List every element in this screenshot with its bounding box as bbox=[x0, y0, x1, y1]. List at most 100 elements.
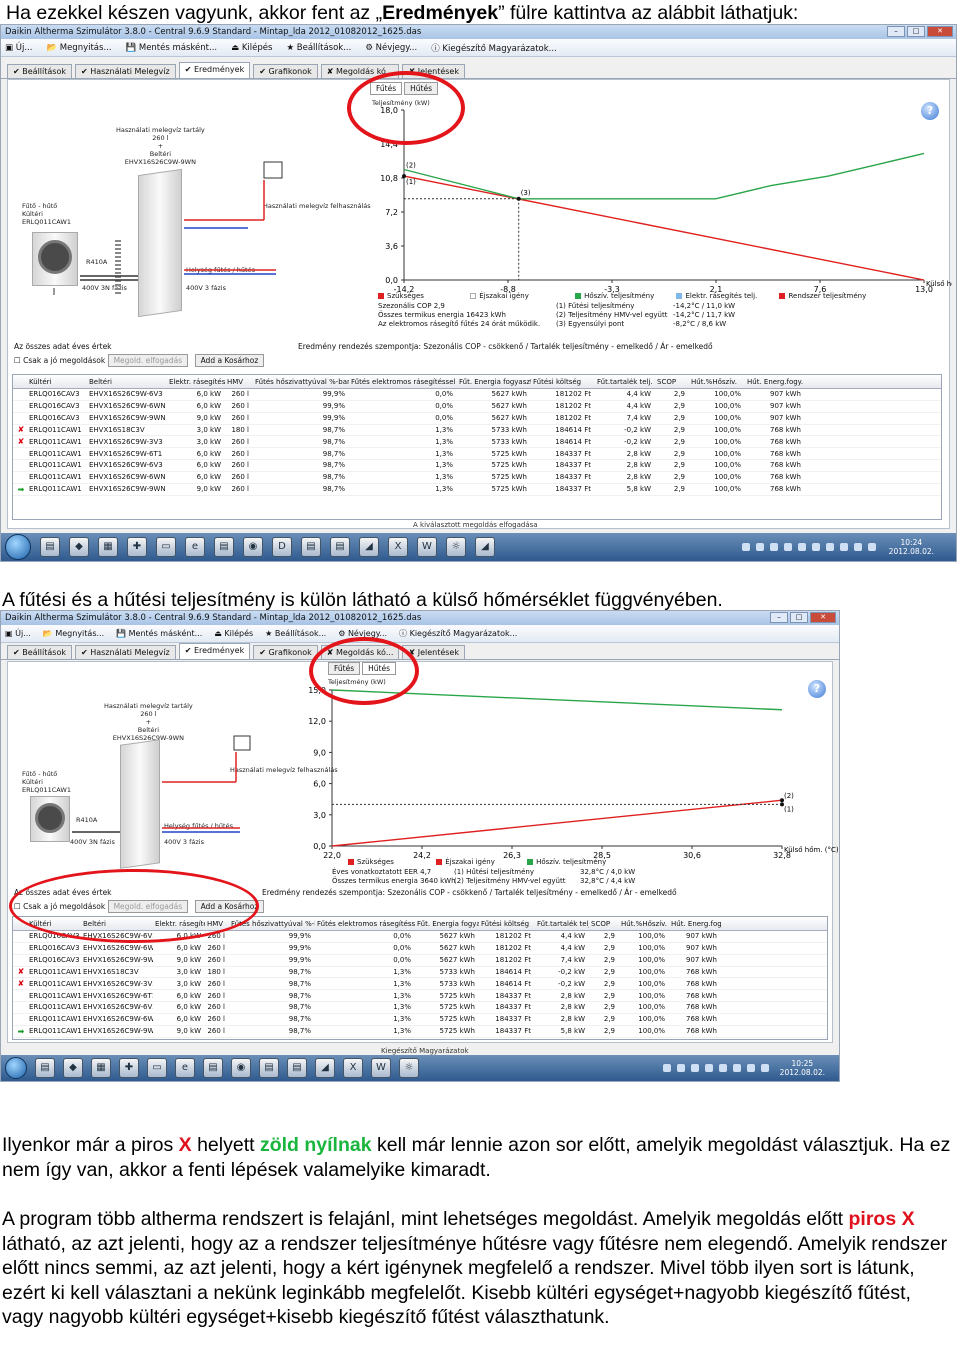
column-header[interactable]: Hűt. Energ.fogy. bbox=[745, 378, 805, 386]
taskbar-browser-icon[interactable]: e bbox=[185, 537, 205, 557]
exit-button[interactable]: ⏏ Kilépés bbox=[214, 629, 253, 638]
taskbar-app-icon[interactable]: ◢ bbox=[475, 537, 495, 557]
column-header[interactable]: Fűt. Energia fogyasztás bbox=[415, 920, 479, 928]
close-button[interactable]: ✕ bbox=[810, 612, 836, 623]
table-row[interactable]: ✘ ERLQ011CAW1 EHVX16S26C9W-3V3 3,0 kW 260 l9… bbox=[13, 978, 827, 991]
close-button[interactable]: ✕ bbox=[927, 26, 953, 37]
table-cell: 768 kWh bbox=[686, 1027, 717, 1036]
save-as-button[interactable]: 💾 Mentés másként... bbox=[126, 43, 218, 53]
taskbar-app-icon[interactable]: ✚ bbox=[127, 537, 147, 557]
column-header[interactable]: Beltéri bbox=[87, 378, 167, 386]
taskbar-app-icon[interactable]: ◆ bbox=[69, 537, 89, 557]
taskbar-excel-icon[interactable]: X bbox=[343, 1058, 363, 1078]
taskbar-app-icon[interactable]: ▤ bbox=[203, 1058, 223, 1078]
tab-hot-water[interactable]: ✔ Használati Melegvíz bbox=[74, 645, 176, 659]
tab-results[interactable]: ✔ Eredmények bbox=[178, 62, 251, 78]
table-row[interactable]: ERLQ011CAW1 EHVX16S26C9W-6T1 6,0 kW 260 l 98… bbox=[13, 448, 941, 461]
taskbar-word-icon[interactable]: W bbox=[371, 1058, 391, 1078]
column-header[interactable]: Fűtés elektromos rásegítéssel %-ban bbox=[315, 920, 415, 928]
add-to-cart-button[interactable]: Add a Kosárhoz bbox=[194, 354, 265, 367]
tab-hot-water[interactable]: ✔ Használati Melegvíz bbox=[74, 64, 176, 78]
open-button[interactable]: 📂 Megnyitás... bbox=[46, 43, 111, 53]
column-header[interactable]: Hűt.%Hőszív. bbox=[619, 920, 669, 928]
taskbar-app-icon[interactable]: ◉ bbox=[231, 1058, 251, 1078]
maximize-button[interactable]: □ bbox=[907, 26, 925, 37]
table-row[interactable]: ERLQ016CAV3 EHVX16S26C9W-9WN 9,0 kW 260 l 99… bbox=[13, 413, 941, 425]
taskbar-app-icon[interactable]: ☼ bbox=[399, 1058, 419, 1078]
taskbar-app-icon[interactable]: ▤ bbox=[330, 537, 350, 557]
table-row[interactable]: ERLQ016CAV3 EHVX16S26C9W-6WN 6,0 kW 260 l 99… bbox=[13, 943, 827, 955]
column-header[interactable]: SCOP bbox=[589, 920, 619, 928]
tab-settings[interactable]: ✔ Beállítások bbox=[7, 64, 72, 78]
settings-button[interactable]: ★ Beállítások... bbox=[286, 43, 351, 53]
taskbar-app-icon[interactable]: ▤ bbox=[35, 1058, 55, 1078]
table-row[interactable]: ERLQ011CAW1 EHVX16S26C9W-6WN 6,0 kW 260 l 98… bbox=[13, 472, 941, 484]
table-row[interactable]: ERLQ011CAW1 EHVX16S26C9W-6T1 6,0 kW 260 l 98… bbox=[13, 990, 827, 1003]
column-header[interactable]: Fűtési költség bbox=[531, 378, 595, 386]
help-notes-button[interactable]: ⓘ Kiegészítő Magyarázatok... bbox=[399, 628, 517, 639]
column-header[interactable]: SCOP bbox=[655, 378, 689, 386]
column-header[interactable]: Hűt. Energ.fogy. bbox=[669, 920, 721, 928]
taskbar-app-icon[interactable]: ◢ bbox=[315, 1058, 335, 1078]
taskbar-app-icon[interactable]: ◆ bbox=[63, 1058, 83, 1078]
start-button[interactable] bbox=[5, 534, 31, 560]
column-header[interactable]: Kültéri bbox=[27, 378, 87, 386]
minimize-button[interactable]: – bbox=[770, 612, 788, 623]
tab-charts[interactable]: ✔ Grafikonok bbox=[253, 64, 318, 78]
taskbar-app-icon[interactable]: ▤ bbox=[214, 537, 234, 557]
column-header[interactable]: Fűtési költség bbox=[479, 920, 535, 928]
only-good-checkbox[interactable]: ☐ Csak a jó megoldások bbox=[14, 356, 105, 365]
table-row[interactable]: ✘ ERLQ011CAW1 EHVX16S18C3V 3,0 kW 180 l 98,7%… bbox=[13, 967, 827, 979]
tab-results[interactable]: ✔ Eredmények bbox=[178, 643, 251, 659]
exit-button[interactable]: ⏏ Kilépés bbox=[231, 43, 272, 53]
column-header[interactable]: Hűt.%Hőszív. bbox=[689, 378, 745, 386]
taskbar-app-icon[interactable]: ◉ bbox=[243, 537, 263, 557]
table-row[interactable]: ✘ ERLQ011CAW1 EHVX16S26C9W-3V3 3,0 kW 260 l9… bbox=[13, 436, 941, 449]
column-header[interactable]: Fűt. Energia fogyasztás bbox=[457, 378, 531, 386]
column-header[interactable]: Fűtés hőszivattyúval %-ban bbox=[253, 378, 349, 386]
taskbar-app-icon[interactable]: ▤ bbox=[40, 537, 60, 557]
table-row[interactable]: ERLQ011CAW1 EHVX16S26C9W-6WN 6,0 kW 260 l 98… bbox=[13, 1014, 827, 1026]
tab-charts[interactable]: ✔ Grafikonok bbox=[253, 645, 318, 659]
open-button[interactable]: 📂 Megnyitás... bbox=[43, 629, 104, 638]
table-row[interactable]: ➡ ERLQ011CAW1 EHVX16S26C9W-9WN 9,0 kW 260 l9… bbox=[13, 484, 941, 496]
table-row[interactable]: ✘ ERLQ011CAW1 EHVX16S18C3V 3,0 kW 180 l 98,7%… bbox=[13, 425, 941, 437]
taskbar-app-icon[interactable]: ▦ bbox=[98, 537, 118, 557]
taskbar-app-icon[interactable]: ✚ bbox=[119, 1058, 139, 1078]
start-button[interactable] bbox=[5, 1057, 27, 1079]
help-notes-button[interactable]: ⓘ Kiegészítő Magyarázatok... bbox=[431, 42, 557, 54]
accept-solution-button[interactable]: Megold. elfogadás bbox=[107, 354, 189, 367]
taskbar-app-icon[interactable]: ▤ bbox=[259, 1058, 279, 1078]
minimize-button[interactable]: – bbox=[887, 26, 905, 37]
new-button[interactable]: ▣ Új... bbox=[5, 43, 32, 53]
column-header[interactable]: Fűt.tartalék telj. bbox=[595, 378, 655, 386]
taskbar-browser-icon[interactable]: e bbox=[175, 1058, 195, 1078]
table-row[interactable]: ➡ ERLQ011CAW1 EHVX16S26C9W-9WN 9,0 kW 260 l9… bbox=[13, 1026, 827, 1038]
taskbar-word-icon[interactable]: W bbox=[417, 537, 437, 557]
column-header[interactable]: Fűt.tartalék telj. bbox=[535, 920, 589, 928]
table-cell: 6,0 kW bbox=[176, 1003, 201, 1012]
save-as-button[interactable]: 💾 Mentés másként... bbox=[116, 629, 202, 638]
column-header[interactable]: HMV bbox=[225, 378, 253, 386]
about-button[interactable]: ⚙ Névjegy... bbox=[365, 43, 417, 53]
taskbar-app-icon[interactable]: ▤ bbox=[287, 1058, 307, 1078]
tab-settings[interactable]: ✔ Beállítások bbox=[7, 645, 72, 659]
taskbar-folder-icon[interactable]: ▭ bbox=[147, 1058, 167, 1078]
table-row[interactable]: ERLQ016CAV3 EHVX16S26C9W-6V3 6,0 kW 260 l 99… bbox=[13, 389, 941, 401]
column-header[interactable]: Elektr. rásegítés bbox=[167, 378, 225, 386]
taskbar-app-icon[interactable]: ▤ bbox=[301, 537, 321, 557]
taskbar-app-icon[interactable]: ☼ bbox=[446, 537, 466, 557]
taskbar-app-icon[interactable]: ◢ bbox=[359, 537, 379, 557]
table-row[interactable]: ERLQ011CAW1 EHVX16S26C9W-6V3 6,0 kW 260 l 98… bbox=[13, 1002, 827, 1014]
column-header[interactable]: Fűtés elektromos rásegítéssel %-ban bbox=[349, 378, 457, 386]
settings-button[interactable]: ★ Beállítások... bbox=[265, 629, 326, 638]
table-row[interactable]: ERLQ011CAW1 EHVX16S26C9W-6V3 6,0 kW 260 l 98… bbox=[13, 460, 941, 472]
new-button[interactable]: ▣ Új... bbox=[5, 629, 31, 638]
table-row[interactable]: ERLQ016CAV3 EHVX16S26C9W-9WN 9,0 kW 260 l 99… bbox=[13, 955, 827, 967]
table-row[interactable]: ERLQ016CAV3 EHVX16S26C9W-6WN 6,0 kW 260 l 99… bbox=[13, 401, 941, 413]
maximize-button[interactable]: □ bbox=[790, 612, 808, 623]
taskbar-excel-icon[interactable]: X bbox=[388, 537, 408, 557]
taskbar-folder-icon[interactable]: ▭ bbox=[156, 537, 176, 557]
taskbar-app-icon[interactable]: ▦ bbox=[91, 1058, 111, 1078]
taskbar-app-icon[interactable]: D bbox=[272, 537, 292, 557]
